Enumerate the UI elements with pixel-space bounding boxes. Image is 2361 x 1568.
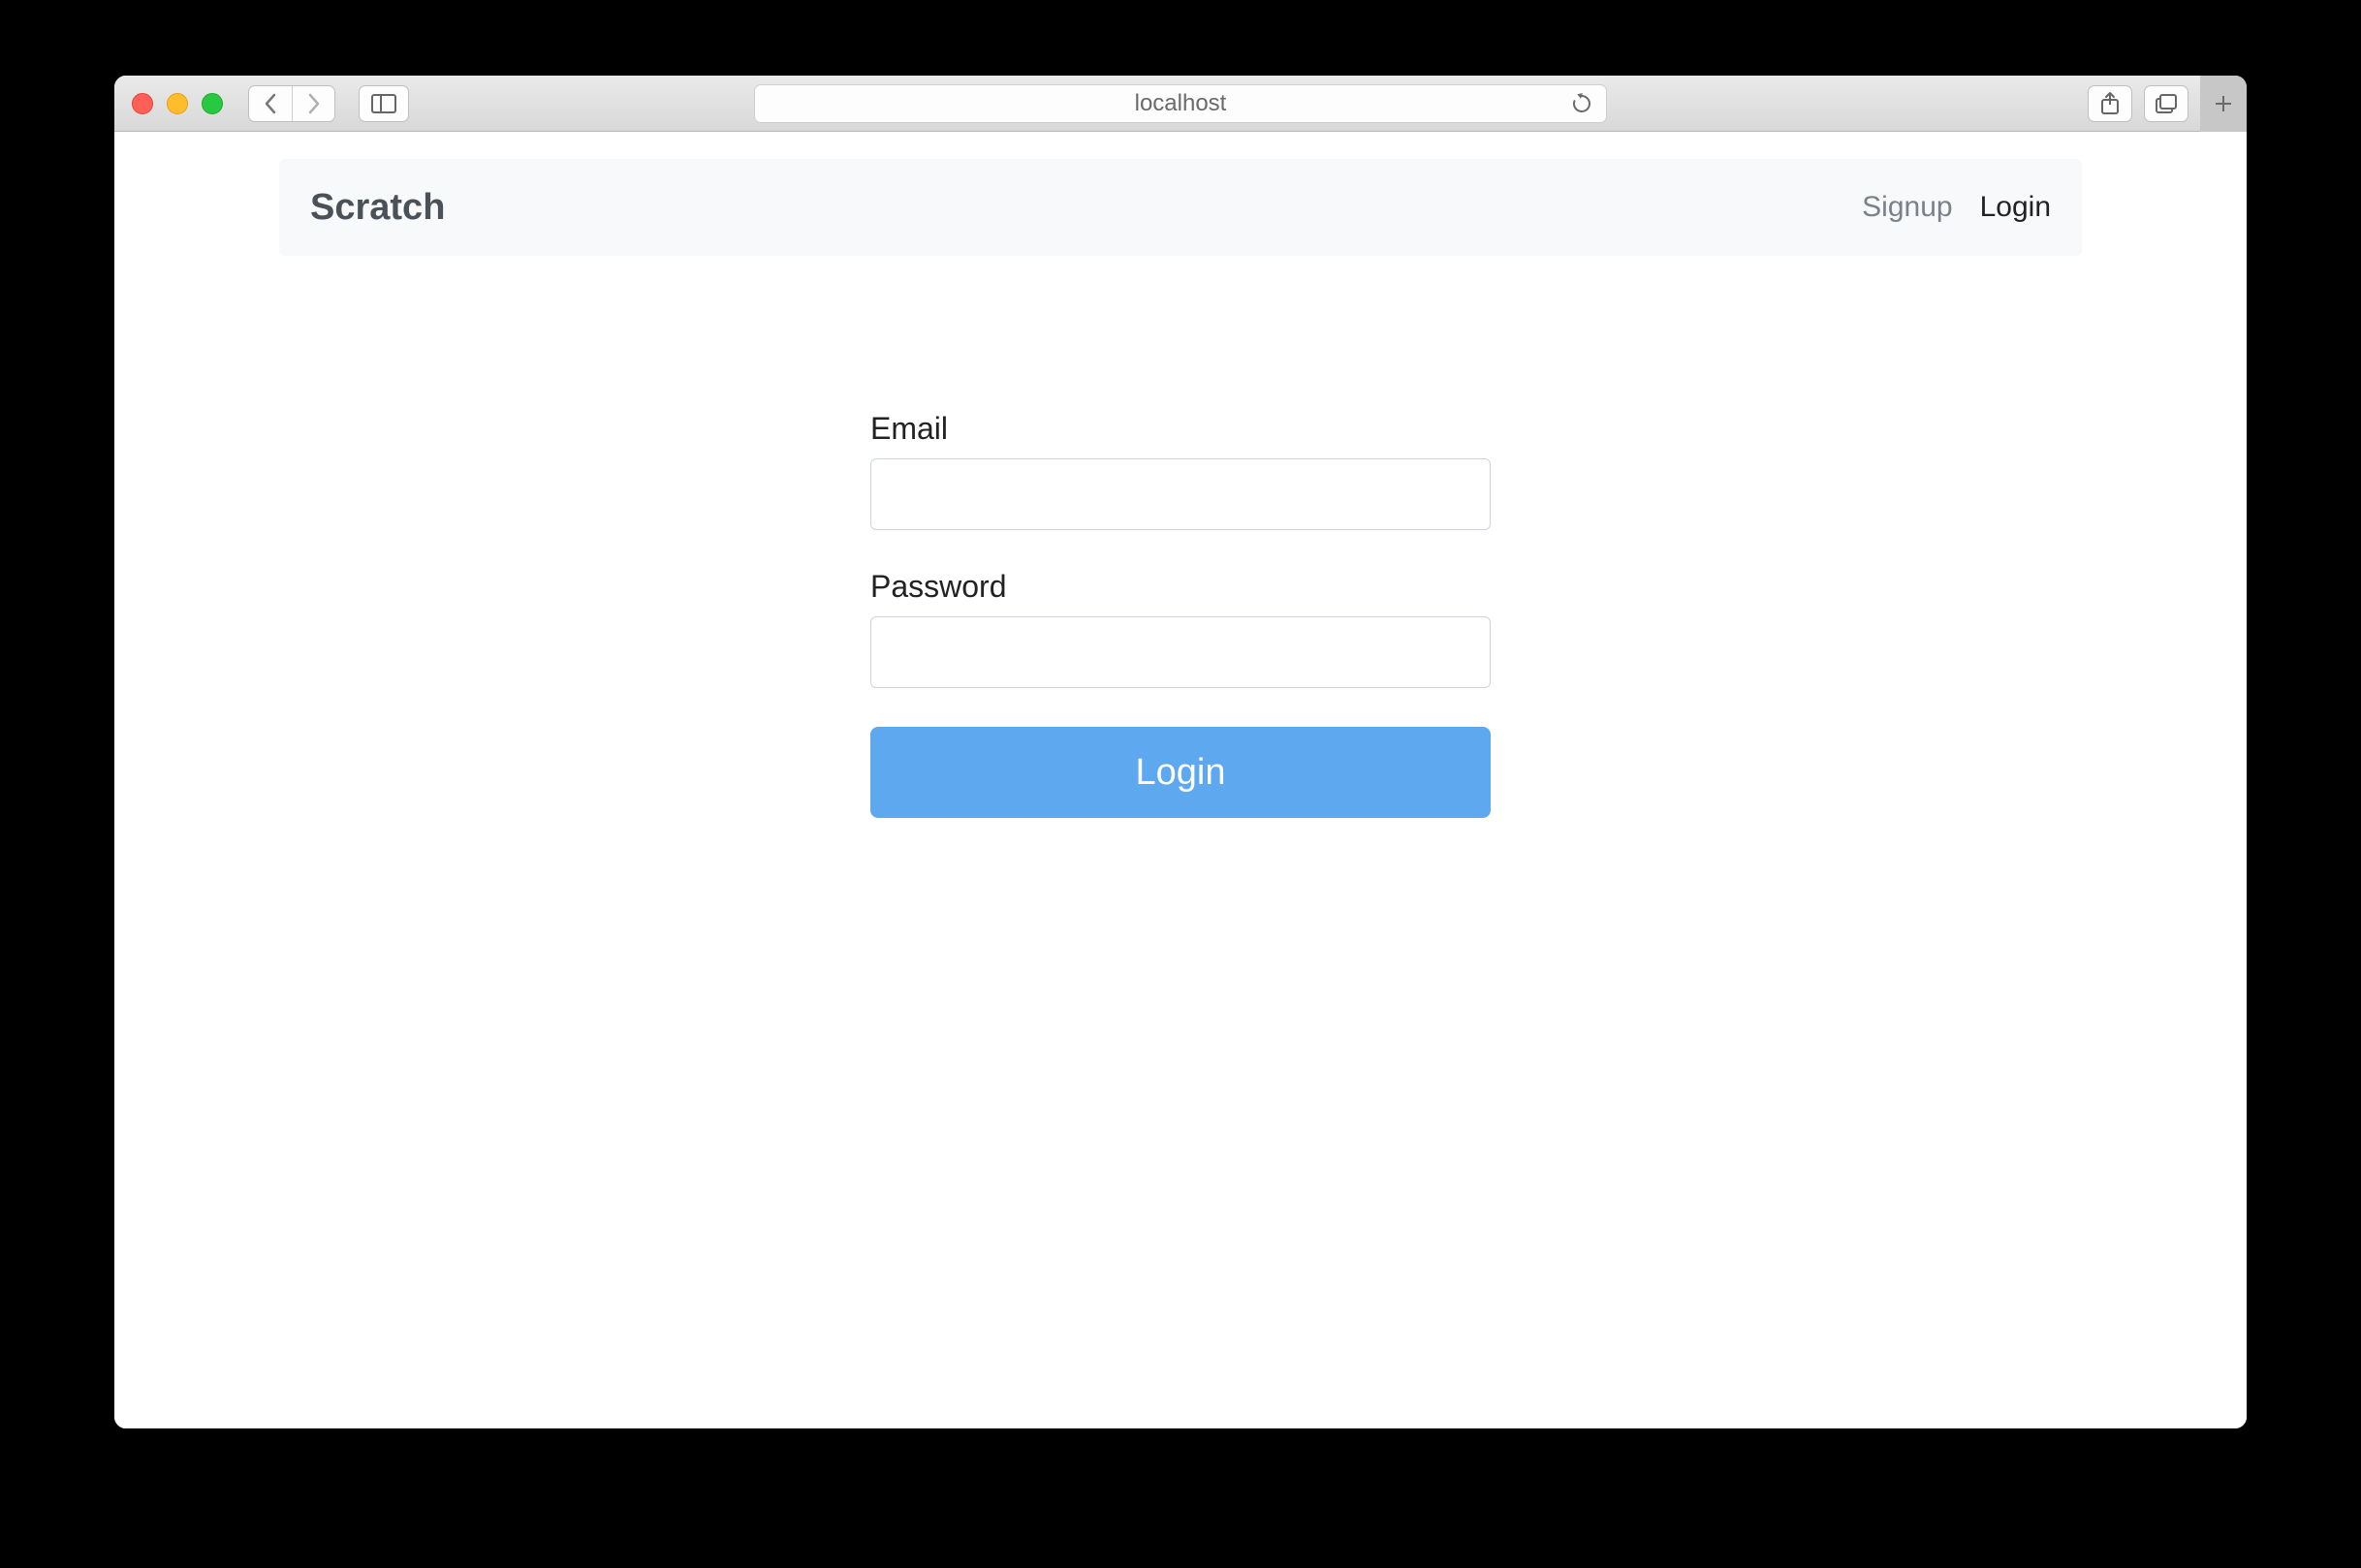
reload-button[interactable] (1571, 93, 1592, 114)
login-form: Email Password Login (870, 411, 1491, 818)
back-button[interactable] (249, 86, 292, 121)
maximize-window-button[interactable] (202, 93, 223, 114)
email-label: Email (870, 411, 1491, 447)
address-bar-text: localhost (1135, 90, 1227, 117)
page-viewport: Scratch Signup Login Email Password Logi… (114, 132, 2247, 1428)
share-button[interactable] (2088, 85, 2132, 122)
tabs-icon (2155, 93, 2178, 114)
plus-icon (2213, 93, 2234, 114)
reload-icon (1571, 93, 1592, 114)
forward-button[interactable] (292, 86, 334, 121)
chevron-left-icon (263, 93, 278, 114)
close-window-button[interactable] (132, 93, 153, 114)
browser-window: localhost Scratch Signup Login (114, 76, 2247, 1428)
share-icon (2099, 91, 2121, 116)
titlebar-right-group (2088, 76, 2229, 132)
password-input[interactable] (870, 616, 1491, 688)
password-label: Password (870, 569, 1491, 605)
app-brand[interactable]: Scratch (310, 187, 445, 229)
app-navbar: Scratch Signup Login (279, 159, 2082, 256)
sidebar-icon (371, 94, 396, 113)
nav-link-login[interactable]: Login (1980, 191, 2051, 224)
browser-titlebar: localhost (114, 76, 2247, 132)
app-nav-links: Signup Login (1862, 191, 2051, 224)
new-tab-button[interactable] (2200, 76, 2247, 132)
traffic-lights (132, 93, 223, 114)
address-bar[interactable]: localhost (754, 84, 1607, 123)
login-button[interactable]: Login (870, 727, 1491, 818)
minimize-window-button[interactable] (167, 93, 188, 114)
nav-link-signup[interactable]: Signup (1862, 191, 1952, 224)
tabs-overview-button[interactable] (2144, 85, 2188, 122)
email-input[interactable] (870, 458, 1491, 530)
chevron-right-icon (306, 93, 322, 114)
sidebar-toggle-button[interactable] (359, 85, 409, 122)
nav-button-group (248, 85, 335, 122)
